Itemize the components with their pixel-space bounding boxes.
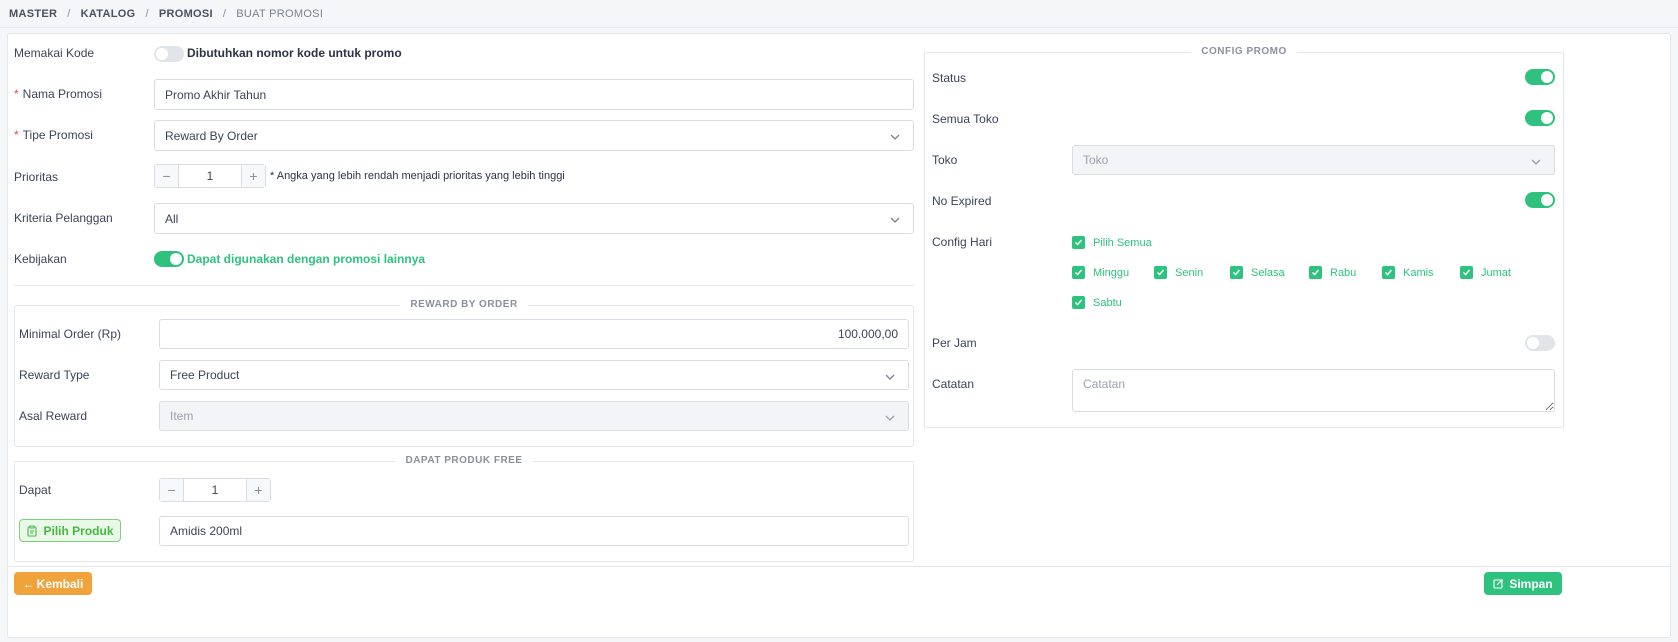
catatan-textarea[interactable] [1072,369,1555,412]
check-icon [1072,236,1085,249]
day-checkbox-kamis[interactable]: Kamis [1382,266,1434,279]
asal-reward-label: Asal Reward [19,409,88,423]
check-icon [1154,266,1167,279]
tipe-promosi-select[interactable]: Reward By Order [154,120,914,151]
catatan-label: Catatan [932,377,975,391]
asal-reward-select: Item [159,401,909,431]
chevron-down-icon [885,374,895,380]
minus-icon[interactable]: − [155,165,179,187]
breadcrumb-promosi[interactable]: PROMOSI [159,8,213,20]
edit-icon [1493,579,1504,589]
breadcrumb-separator: / [67,7,71,20]
prioritas-label: Prioritas [14,170,59,184]
prioritas-hint: * Angka yang lebih rendah menjadi priori… [270,170,565,182]
dapat-stepper[interactable]: − 1 + [159,478,271,502]
dapat-produk-free-title: DAPAT PRODUK FREE [15,455,913,466]
section-divider [14,285,914,286]
chevron-down-icon [890,217,900,223]
kebijakan-toggle[interactable] [154,251,184,267]
pilih-semua-checkbox[interactable]: Pilih Semua [1072,236,1152,249]
prioritas-value[interactable]: 1 [179,165,241,187]
status-toggle[interactable] [1525,69,1555,85]
no-expired-toggle[interactable] [1525,192,1555,208]
check-icon [1072,266,1085,279]
breadcrumb-separator: / [145,7,149,20]
status-label: Status [932,71,967,85]
produk-input[interactable]: Amidis 200ml [159,516,909,546]
minus-icon[interactable]: − [160,479,184,501]
pilih-produk-button[interactable]: Pilih Produk [19,519,121,542]
config-hari-label: Config Hari [932,235,993,249]
reward-type-select[interactable]: Free Product [159,360,909,390]
no-expired-label: No Expired [932,194,992,208]
kebijakan-label: Kebijakan [14,252,67,266]
kriteria-pelanggan-label: Kriteria Pelanggan [14,211,113,225]
toko-select: Toko [1072,145,1555,175]
breadcrumb: MASTER / KATALOG / PROMOSI / BUAT PROMOS… [0,0,1678,28]
breadcrumb-katalog[interactable]: KATALOG [81,8,136,20]
footer-divider [8,566,1670,567]
check-icon [1382,266,1395,279]
config-promo-title: CONFIG PROMO [925,46,1563,57]
nama-promosi-label: * Nama Promosi [14,87,103,101]
per-jam-toggle[interactable] [1525,335,1555,351]
reward-by-order-title: REWARD BY ORDER [15,299,913,310]
breadcrumb-current: BUAT PROMOSI [236,7,324,20]
reward-type-label: Reward Type [19,368,90,382]
minimal-order-label: Minimal Order (Rp) [19,327,122,341]
minimal-order-input[interactable]: 100.000,00 [159,319,909,349]
day-checkbox-rabu[interactable]: Rabu [1309,266,1356,279]
chevron-down-icon [1531,159,1541,165]
day-checkbox-jumat[interactable]: Jumat [1460,266,1511,279]
semua-toko-label: Semua Toko [932,112,999,126]
memakai-kode-toggle-text: Dibutuhkan nomor kode untuk promo [187,46,402,60]
back-button[interactable]: ← Kembali [14,572,92,595]
clipboard-icon [27,525,38,537]
check-icon [1460,266,1473,279]
check-icon [1072,296,1085,309]
day-checkbox-minggu[interactable]: Minggu [1072,266,1129,279]
memakai-kode-toggle[interactable] [154,46,184,62]
semua-toko-toggle[interactable] [1525,110,1555,126]
tipe-promosi-label: * Tipe Promosi [14,128,93,142]
toko-label: Toko [932,153,958,167]
day-checkbox-senin[interactable]: Senin [1154,266,1203,279]
chevron-down-icon [890,134,900,140]
memakai-kode-label: Memakai Kode [14,46,95,60]
plus-icon[interactable]: + [246,479,270,501]
chevron-down-icon [885,415,895,421]
plus-icon[interactable]: + [241,165,265,187]
check-icon [1230,266,1243,279]
dapat-value[interactable]: 1 [184,479,246,501]
breadcrumb-separator: / [222,7,227,20]
kebijakan-toggle-text: Dapat digunakan dengan promosi lainnya [187,252,426,266]
breadcrumb-master[interactable]: MASTER [9,8,57,20]
save-button[interactable]: Simpan [1484,572,1562,595]
dapat-produk-free-section [14,461,914,562]
dapat-label: Dapat [19,483,52,497]
day-checkbox-sabtu[interactable]: Sabtu [1072,296,1122,309]
kriteria-pelanggan-select[interactable]: All [154,203,914,234]
nama-promosi-input[interactable]: Promo Akhir Tahun [154,79,914,110]
prioritas-stepper[interactable]: − 1 + [154,164,266,188]
check-icon [1309,266,1322,279]
arrow-left-icon: ← [22,576,35,591]
per-jam-label: Per Jam [932,336,977,350]
day-checkbox-selasa[interactable]: Selasa [1230,266,1285,279]
